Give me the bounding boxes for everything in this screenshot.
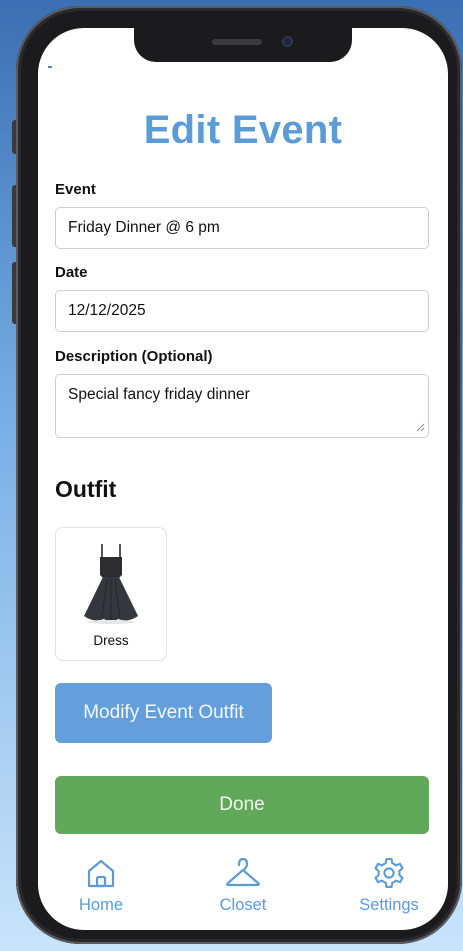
tab-closet[interactable]: Closet	[188, 856, 298, 915]
device-frame: Edit Event Event Date Description (Optio…	[0, 0, 463, 951]
tab-settings-label: Settings	[359, 896, 419, 914]
home-icon	[87, 859, 115, 888]
front-camera	[282, 36, 293, 47]
description-textarea[interactable]: Special fancy friday dinner	[55, 374, 429, 438]
notch	[134, 28, 352, 62]
description-label: Description (Optional)	[55, 348, 213, 365]
dress-icon	[84, 544, 138, 624]
tab-bar: Home Closet Settings	[38, 850, 448, 930]
outfit-item-label: Dress	[93, 633, 129, 648]
app-screen: Edit Event Event Date Description (Optio…	[38, 28, 448, 930]
done-button[interactable]: Done	[55, 776, 429, 834]
earpiece-speaker	[212, 39, 262, 45]
tab-closet-label: Closet	[219, 896, 267, 914]
date-input[interactable]	[55, 290, 429, 332]
date-label: Date	[55, 264, 88, 281]
tab-settings[interactable]: Settings	[334, 856, 444, 915]
page-title: Edit Event	[143, 108, 343, 152]
event-label: Event	[55, 181, 96, 198]
tab-home-label: Home	[78, 896, 123, 914]
outfit-item-card[interactable]: Dress	[55, 527, 167, 661]
gear-icon	[374, 857, 404, 889]
hanger-icon	[226, 857, 260, 887]
outfit-heading: Outfit	[55, 476, 117, 502]
event-input[interactable]	[55, 207, 429, 249]
modify-outfit-button[interactable]: Modify Event Outfit	[55, 683, 272, 743]
status-mark	[48, 66, 52, 68]
tab-home[interactable]: Home	[46, 856, 156, 915]
